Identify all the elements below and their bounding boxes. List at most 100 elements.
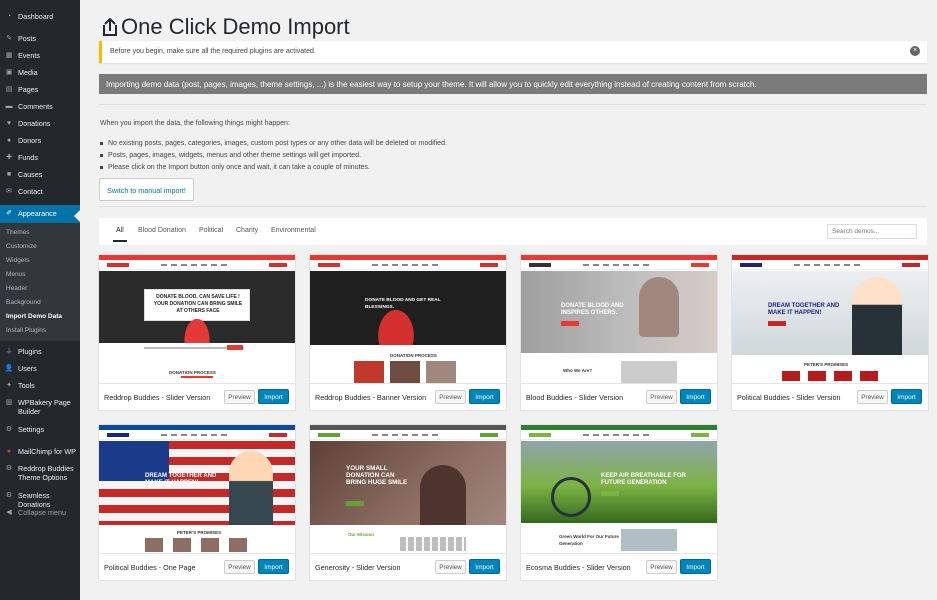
demo-card-blood-buddies: DONATE BLOOD AND INSPIRES OTHERS. Who We…	[521, 255, 717, 410]
import-button[interactable]: Import	[680, 389, 711, 404]
tab-charity[interactable]: Charity	[236, 227, 258, 234]
demo-name: Political Buddies - Slider Version	[737, 393, 841, 402]
divider	[99, 206, 927, 207]
tab-political[interactable]: Political	[199, 227, 223, 234]
active-tab-indicator	[113, 240, 127, 242]
submenu-background[interactable]: Background	[0, 296, 80, 310]
sidebar-item-comments[interactable]: ▬ Comments	[0, 98, 80, 115]
demo-screenshot[interactable]: DONATE BLOOD, CAN SAVE LIFE ! YOUR DONAT…	[99, 255, 295, 383]
donation-icon: ♥	[6, 120, 12, 127]
sidebar-item-theme-options[interactable]: ⚙ Reddrop Buddies Theme Options	[0, 460, 80, 487]
admin-sidebar: ◔ Dashboard ✎ Posts ▦ Events ▣ Media ▤ Pages …	[0, 0, 80, 600]
demo-name: Blood Buddies - Slider Version	[526, 393, 624, 402]
collapse-icon: ◀	[6, 509, 12, 516]
comment-icon: ▬	[5, 103, 13, 110]
preview-button[interactable]: Preview	[646, 560, 677, 574]
submenu-menus[interactable]: Menus	[0, 268, 80, 282]
import-button[interactable]: Import	[469, 559, 500, 574]
search-demos-input[interactable]	[827, 224, 917, 239]
switch-to-manual-import-button[interactable]: Switch to manual import!	[99, 178, 194, 201]
submenu-widgets[interactable]: Widgets	[0, 254, 80, 268]
page-title: One Click Demo Import	[102, 14, 350, 40]
sidebar-item-funds[interactable]: ✚ Funds	[0, 149, 80, 166]
submenu-install-plugins[interactable]: Install Plugins	[0, 324, 80, 338]
demo-screenshot[interactable]: DREAM TOGETHER AND MAKE IT HAPPEN! PETER…	[99, 425, 295, 553]
funds-icon: ✚	[6, 154, 12, 161]
page-icon: ▤	[5, 86, 13, 93]
demo-card-political-onepage: DREAM TOGETHER AND MAKE IT HAPPEN! PETER…	[99, 425, 295, 580]
appearance-submenu: Themes Customize Widgets Menus Header Ba…	[0, 223, 80, 341]
demo-screenshot[interactable]: KEEP AIR BREATHABLE FOR FUTURE GENERATIO…	[521, 425, 717, 553]
calendar-icon: ▦	[5, 52, 13, 59]
tab-blood-donation[interactable]: Blood Donation	[138, 227, 186, 234]
tab-all[interactable]: All	[116, 227, 124, 234]
builder-icon: ▥	[5, 399, 13, 406]
info-list: No existing posts, pages, categories, im…	[100, 137, 447, 173]
causes-icon: ■	[6, 171, 12, 178]
import-button[interactable]: Import	[680, 559, 711, 574]
mailchimp-icon: ●	[6, 448, 12, 455]
preview-button[interactable]: Preview	[224, 390, 255, 404]
main-content: One Click Demo Import Before you begin, …	[80, 0, 937, 600]
sidebar-item-contact[interactable]: ✉ Contact	[0, 183, 80, 200]
users-icon: 👤	[4, 365, 14, 372]
import-button[interactable]: Import	[891, 389, 922, 404]
sidebar-item-donors[interactable]: ● Donors	[0, 132, 80, 149]
demo-card-footer: Reddrop Buddies - Slider Version Preview…	[99, 383, 295, 410]
demo-screenshot[interactable]: DREAM TOGETHER AND MAKE IT HAPPEN! PETER…	[732, 255, 928, 383]
sidebar-item-donations[interactable]: ♥ Donations	[0, 115, 80, 132]
brush-icon: ✐	[6, 210, 12, 217]
sidebar-item-causes[interactable]: ■ Causes	[0, 166, 80, 183]
sidebar-item-posts[interactable]: ✎ Posts	[0, 30, 80, 47]
submenu-header[interactable]: Header	[0, 282, 80, 296]
preview-button[interactable]: Preview	[435, 390, 466, 404]
settings-icon: ⚙	[5, 426, 13, 433]
tab-environmental[interactable]: Environmental	[271, 227, 316, 234]
demo-screenshot[interactable]: YOUR SMALL DONATION CAN BRING HUGE SMILE…	[310, 425, 506, 553]
dismiss-notice-button[interactable]: ×	[910, 46, 920, 56]
submenu-customize[interactable]: Customize	[0, 240, 80, 254]
media-icon: ▣	[5, 69, 13, 76]
demo-card-footer: Blood Buddies - Slider Version Preview I…	[521, 383, 717, 410]
demo-filter-bar: All Blood Donation Political Charity Env…	[99, 218, 927, 245]
sidebar-item-dashboard[interactable]: ◔ Dashboard	[0, 8, 80, 25]
demo-name: Reddrop Buddies - Slider Version	[104, 393, 211, 402]
sidebar-item-pages[interactable]: ▤ Pages	[0, 81, 80, 98]
sidebar-item-tools[interactable]: ✦ Tools	[0, 377, 80, 394]
sidebar-item-mailchimp[interactable]: ● MailChimp for WP	[0, 443, 80, 460]
sidebar-item-events[interactable]: ▦ Events	[0, 47, 80, 64]
demo-card-generosity: YOUR SMALL DONATION CAN BRING HUGE SMILE…	[310, 425, 506, 580]
mail-icon: ✉	[6, 188, 12, 195]
list-item: Posts, pages, images, widgets, menus and…	[100, 149, 447, 161]
gear-icon: ⚙	[5, 465, 13, 472]
preview-button[interactable]: Preview	[857, 390, 888, 404]
sidebar-item-settings[interactable]: ⚙ Settings	[0, 421, 80, 438]
list-item: No existing posts, pages, categories, im…	[100, 137, 447, 149]
import-button[interactable]: Import	[469, 389, 500, 404]
plugin-icon: ⏚	[5, 348, 13, 355]
preview-button[interactable]: Preview	[435, 560, 466, 574]
demo-card-footer: Generosity - Slider Version Preview Impo…	[310, 553, 506, 580]
demo-card-footer: Political Buddies - One Page Preview Imp…	[99, 553, 295, 580]
submenu-import-demo-data[interactable]: Import Demo Data	[0, 310, 80, 324]
preview-button[interactable]: Preview	[224, 560, 255, 574]
sidebar-item-media[interactable]: ▣ Media	[0, 64, 80, 81]
tools-icon: ✦	[6, 382, 12, 389]
demo-card-footer: Ecosma Buddies - Slider Version Preview …	[521, 553, 717, 580]
sidebar-item-users[interactable]: 👤 Users	[0, 360, 80, 377]
demo-card-political-slider: DREAM TOGETHER AND MAKE IT HAPPEN! PETER…	[732, 255, 928, 410]
preview-button[interactable]: Preview	[646, 390, 677, 404]
sidebar-item-wpbakery[interactable]: ▥ WPBakery Page Builder	[0, 394, 80, 421]
demo-screenshot[interactable]: DONATE BLOOD AND INSPIRES OTHERS. Who We…	[521, 255, 717, 383]
demo-card-footer: Political Buddies - Slider Version Previ…	[732, 383, 928, 410]
plugins-notice: Before you begin, make sure all the requ…	[99, 41, 927, 63]
intro-banner: Importing demo data (post, pages, images…	[99, 74, 927, 94]
list-item: Please click on the Import button only o…	[100, 161, 447, 173]
submenu-themes[interactable]: Themes	[0, 226, 80, 240]
sidebar-item-seamless-donations[interactable]: ⚙ Seamless Donations	[0, 487, 80, 509]
import-button[interactable]: Import	[258, 559, 289, 574]
demo-screenshot[interactable]: DONATE BLOOD AND GET REAL BLESSINGS. DON…	[310, 255, 506, 383]
sidebar-item-plugins[interactable]: ⏚ Plugins	[0, 343, 80, 360]
import-button[interactable]: Import	[258, 389, 289, 404]
sidebar-item-appearance[interactable]: ✐ Appearance	[0, 205, 80, 223]
